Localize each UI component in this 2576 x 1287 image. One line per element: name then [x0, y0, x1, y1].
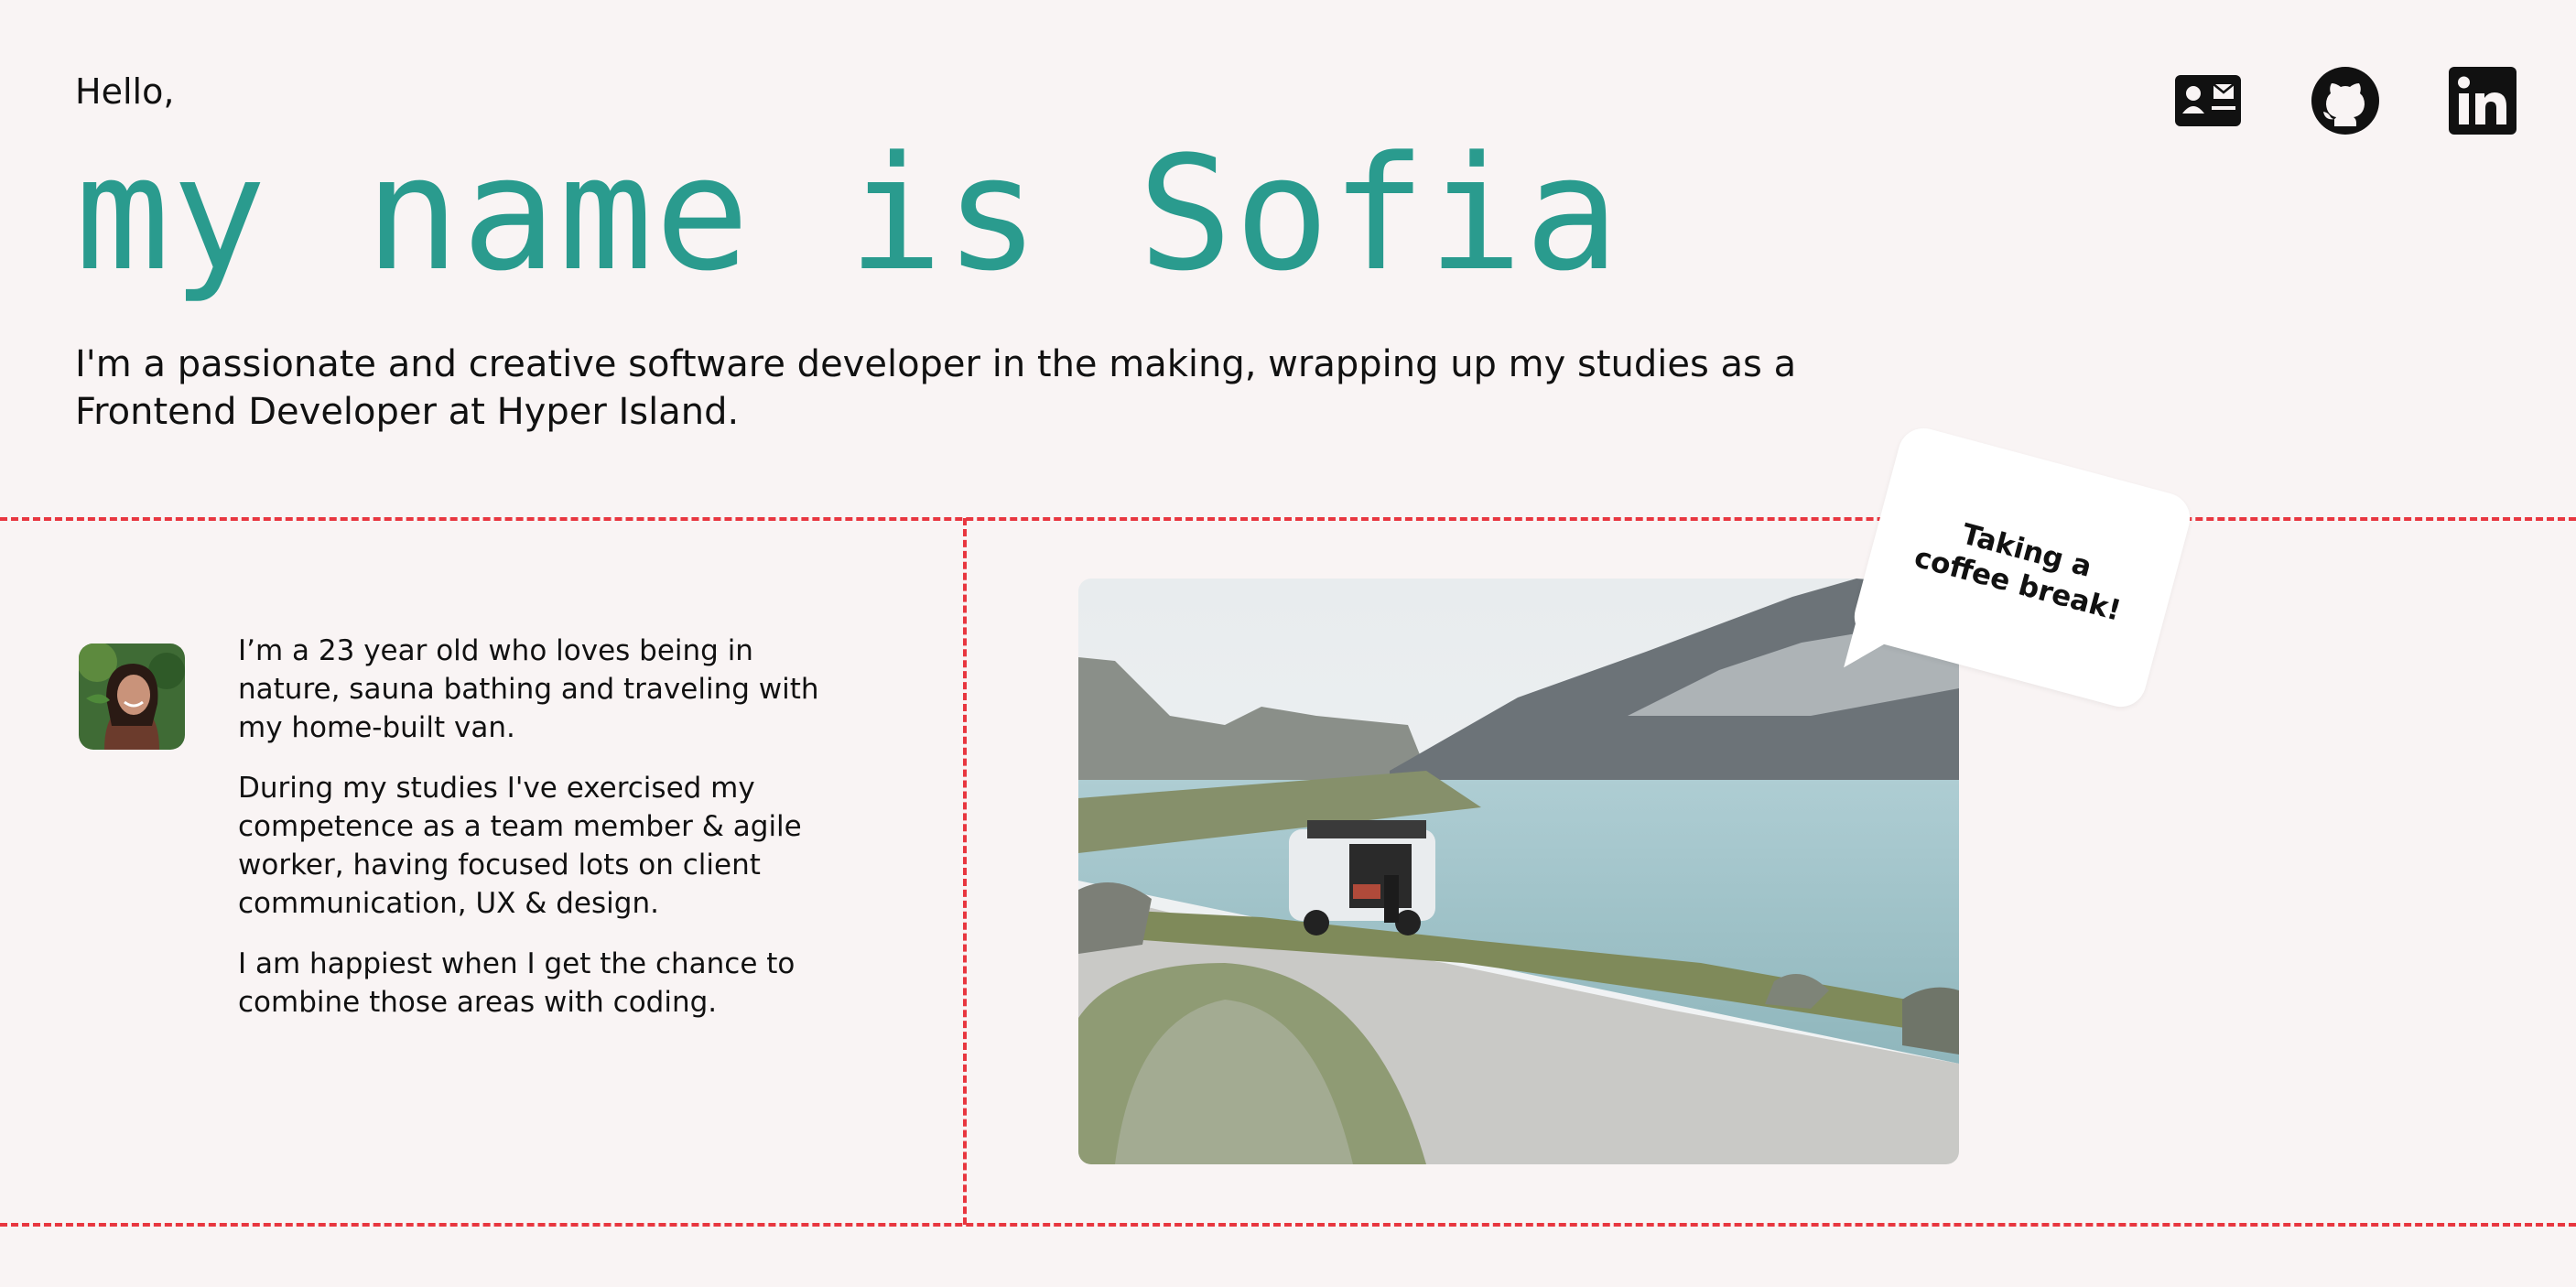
contact-link[interactable] [2173, 66, 2243, 135]
linkedin-link[interactable] [2448, 66, 2517, 135]
about-paragraph: I am happiest when I get the chance to c… [238, 947, 796, 1019]
github-icon [2311, 67, 2379, 135]
van-lake-photo [1078, 579, 1959, 1164]
speech-bubble-text: Taking a coffee break! [1910, 517, 2125, 628]
avatar [79, 644, 185, 750]
divider-bottom [0, 1223, 2576, 1227]
about-section: I’m a 23 year old who loves being in nat… [238, 632, 851, 1044]
greeting: Hello, [75, 71, 175, 112]
intro-text: I'm a passionate and creative software d… [75, 343, 1797, 433]
divider-vertical [963, 518, 967, 1225]
hero-title: my name is Sofia [75, 122, 1621, 306]
github-link[interactable] [2311, 66, 2380, 135]
contact-card-icon [2175, 75, 2241, 126]
about-paragraph: I’m a 23 year old who loves being in nat… [238, 634, 819, 744]
about-paragraph: During my studies I've exercised my comp… [238, 772, 802, 920]
social-links [2173, 66, 2517, 135]
linkedin-icon [2449, 67, 2516, 135]
